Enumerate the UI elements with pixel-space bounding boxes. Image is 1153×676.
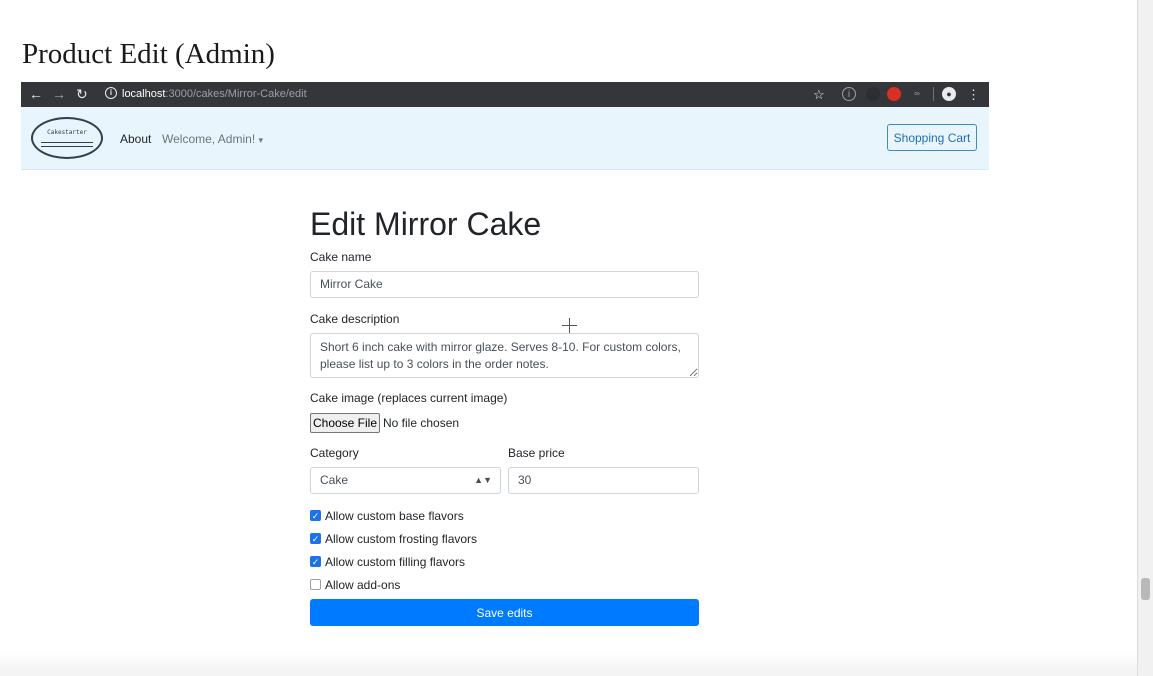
site-navbar: Cakestarter About Welcome, Admin! ▾ Shop… — [21, 107, 989, 170]
extension-red-icon[interactable] — [887, 87, 901, 101]
checkbox-row[interactable]: Allow add-ons — [310, 578, 510, 592]
cake-image-label: Cake image (replaces current image) — [310, 391, 508, 405]
custom-base-checkbox[interactable]: ✓ — [310, 510, 321, 521]
file-status-text: No file chosen — [383, 416, 460, 430]
star-icon[interactable]: ☆ — [813, 86, 825, 103]
nav-welcome-dropdown[interactable]: Welcome, Admin! ▾ — [162, 132, 263, 146]
logo-line-top — [41, 142, 93, 143]
category-label: Category — [310, 446, 359, 460]
category-selected-value: Cake — [320, 473, 349, 487]
forward-arrow-icon[interactable]: → — [52, 86, 66, 103]
checkbox-row[interactable]: ✓ Allow custom base flavors — [310, 509, 510, 523]
form-heading: Edit Mirror Cake — [310, 206, 542, 242]
base-price-label: Base price — [508, 446, 565, 460]
checkbox-row[interactable]: ✓ Allow custom filling flavors — [310, 555, 510, 569]
shopping-cart-button[interactable]: Shopping Cart — [887, 124, 977, 151]
add-ons-checkbox[interactable] — [310, 579, 321, 590]
edit-cake-form: Edit Mirror Cake Cake name Mirror Cake C… — [310, 170, 700, 642]
nav-about-link[interactable]: About — [120, 132, 151, 146]
cake-name-label: Cake name — [310, 250, 372, 264]
address-bar[interactable]: i localhost:3000/cakes/Mirror-Cake/edit — [105, 85, 835, 104]
account-icon[interactable]: ● — [942, 87, 956, 101]
scrollbar-thumb[interactable] — [1141, 578, 1150, 600]
checkbox-row[interactable]: ✓ Allow custom frosting flavors — [310, 532, 510, 546]
cake-description-textarea[interactable]: Short 6 inch cake with mirror glaze. Ser… — [310, 333, 699, 378]
custom-filling-checkbox[interactable]: ✓ — [310, 556, 321, 567]
page-scrollbar[interactable] — [1137, 0, 1153, 676]
custom-frosting-checkbox[interactable]: ✓ — [310, 533, 321, 544]
custom-base-label[interactable]: Allow custom base flavors — [325, 509, 464, 523]
url-text: localhost:3000/cakes/Mirror-Cake/edit — [122, 88, 307, 100]
bottom-shadow — [0, 652, 1137, 676]
chevron-down-icon: ▾ — [258, 135, 264, 145]
cake-description-label: Cake description — [310, 312, 400, 326]
add-ons-label[interactable]: Allow add-ons — [325, 578, 400, 592]
choose-file-button[interactable]: Choose File — [310, 413, 380, 433]
more-vert-icon[interactable]: ⋮ — [967, 86, 980, 103]
category-select[interactable]: Cake ▲▼ — [310, 467, 501, 494]
extension-glasses-icon[interactable]: ∞ — [910, 87, 924, 101]
base-price-input[interactable]: 30 — [508, 467, 699, 494]
browser-screenshot: ← → ↻ i localhost:3000/cakes/Mirror-Cake… — [21, 82, 989, 642]
logo-line-bottom — [41, 146, 93, 147]
toolbar-divider — [933, 87, 934, 101]
page-title: Product Edit (Admin) — [22, 38, 275, 70]
cakestarter-logo[interactable]: Cakestarter — [31, 117, 103, 159]
browser-toolbar: ← → ↻ i localhost:3000/cakes/Mirror-Cake… — [21, 82, 989, 107]
custom-frosting-label[interactable]: Allow custom frosting flavors — [325, 532, 477, 546]
info-icon[interactable]: i — [105, 87, 117, 99]
extension-icon[interactable] — [866, 87, 880, 101]
save-edits-button[interactable]: Save edits — [310, 599, 699, 626]
cake-name-input[interactable]: Mirror Cake — [310, 271, 699, 298]
select-arrows-icon: ▲▼ — [474, 475, 492, 485]
crosshair-cursor-icon — [562, 318, 577, 333]
custom-filling-label[interactable]: Allow custom filling flavors — [325, 555, 465, 569]
back-arrow-icon[interactable]: ← — [29, 86, 43, 103]
reload-icon[interactable]: ↻ — [76, 86, 88, 103]
extension-info-icon[interactable]: i — [842, 87, 856, 101]
